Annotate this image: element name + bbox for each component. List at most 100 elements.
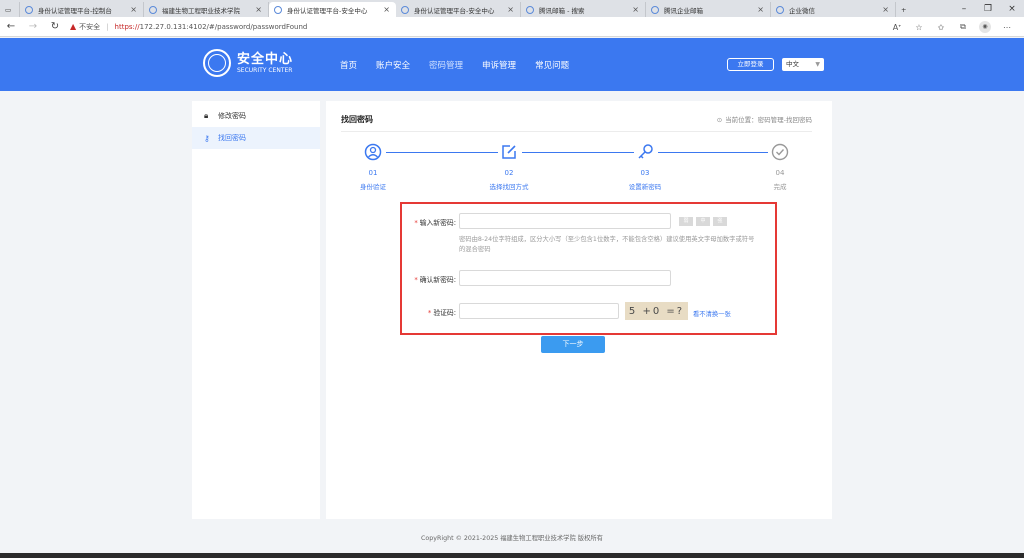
plus-icon: + [901, 5, 907, 14]
warning-icon: ▲ [70, 22, 77, 31]
profile-avatar[interactable]: ◉ [979, 21, 991, 33]
new-password-input[interactable] [459, 213, 671, 229]
insecure-label: 不安全 [79, 22, 101, 31]
language-select[interactable]: 中文 ▼ [782, 58, 824, 71]
tab-label: 身份认证管理平台-安全中心 [414, 6, 495, 15]
browser-tab-active[interactable]: 身份认证管理平台-安全中心 × [269, 2, 396, 17]
confirm-password-label: * 确认新密码: [414, 276, 456, 284]
login-button[interactable]: 立即登录 [727, 58, 774, 71]
tab-label: 腾讯邮箱 - 搜索 [539, 6, 585, 15]
new-tab-button[interactable]: + [896, 2, 916, 17]
browser-tab[interactable]: 身份认证管理平台-控制台 × [20, 2, 144, 17]
user-circle-icon [364, 143, 382, 161]
sidebar-item-change-password[interactable]: 🔒︎ 修改密码 [192, 105, 320, 127]
password-rule-hint: 密码由8-24位字符组成，区分大小写（至少包含1位数字，不能包含空格）建议使用英… [459, 236, 755, 253]
collections-icon[interactable]: ⧉ [952, 22, 974, 32]
close-window-icon[interactable]: × [1000, 4, 1024, 14]
tab-favicon-icon [526, 5, 534, 14]
main-nav: 首页 账户安全 密码管理 申诉管理 常见问题 [340, 38, 588, 91]
password-strength-meter: 弱 中 强 [679, 217, 730, 226]
step-label: 完成 [773, 183, 787, 191]
breadcrumb-text: 当前位置：密码管理-找回密码 [725, 116, 812, 124]
new-password-form: * 输入新密码: 弱 中 强 密码由8-24位字符组成，区分大小写（至少包含1位数… [400, 202, 777, 335]
nav-home[interactable]: 首页 [340, 59, 357, 71]
tab-close-icon[interactable]: × [632, 5, 639, 14]
tab-close-icon[interactable]: × [130, 5, 137, 14]
nav-password-management[interactable]: 密码管理 [429, 59, 463, 71]
tab-close-icon[interactable]: × [882, 5, 889, 14]
tab-favicon-icon [25, 5, 33, 14]
key-icon: ⚷ [204, 133, 210, 143]
tab-actions-button[interactable]: ▭ [0, 2, 20, 17]
captcha-image[interactable]: 5 +0 =? [625, 302, 688, 320]
next-step-button[interactable]: 下一步 [541, 336, 605, 353]
tab-label: 腾讯企业邮箱 [664, 6, 703, 15]
location-pin-icon: ⊙ [716, 116, 723, 124]
chevron-down-icon: ▼ [815, 61, 820, 68]
nav-appeal-management[interactable]: 申诉管理 [482, 59, 516, 71]
confirm-password-input[interactable] [459, 270, 671, 286]
sidebar-item-label: 修改密码 [218, 112, 246, 120]
sidebar: 🔒︎ 修改密码 ⚷ 找回密码 [192, 101, 320, 519]
breadcrumb: ⊙ 当前位置：密码管理-找回密码 [717, 114, 812, 124]
new-password-label: * 输入新密码: [414, 219, 456, 227]
browser-toolbar: Aᐩ ☆ ✩ ⧉ ◉ ⋯ [886, 17, 1018, 37]
strength-strong: 强 [713, 217, 727, 226]
logo-text: 安全中心 SECURITY CENTER [237, 52, 293, 75]
url-separator: | [106, 22, 109, 31]
step-label: 设置新密码 [628, 183, 662, 191]
sidebar-item-label: 找回密码 [218, 134, 246, 142]
tab-close-icon[interactable]: × [757, 5, 764, 14]
browser-tab[interactable]: 腾讯邮箱 - 搜索 × [521, 2, 646, 17]
tab-favicon-icon [274, 5, 282, 14]
read-aloud-icon[interactable]: Aᐩ [886, 23, 908, 32]
logo[interactable]: 安全中心 SECURITY CENTER [203, 49, 293, 77]
step-number: 02 [504, 169, 514, 177]
browser-tab[interactable]: 企业微信 × [771, 2, 896, 17]
captcha-refresh-link[interactable]: 看不清换一张 [693, 309, 731, 318]
step-number: 01 [368, 169, 378, 177]
restore-icon[interactable]: ❐ [976, 4, 1000, 14]
nav-faq[interactable]: 常见问题 [535, 59, 569, 71]
edit-icon [500, 143, 518, 161]
logo-title: 安全中心 [237, 51, 294, 67]
title-divider [341, 131, 812, 132]
page-title: 找回密码 [341, 115, 373, 124]
tab-close-icon[interactable]: × [383, 5, 390, 14]
tab-favicon-icon [149, 5, 157, 14]
step-label: 选择找回方式 [489, 183, 529, 191]
tab-actions-icon: ▭ [5, 5, 12, 14]
favorite-star-icon[interactable]: ☆ [908, 23, 930, 32]
step-2: 02 选择找回方式 [479, 143, 539, 191]
browser-tab[interactable]: 腾讯企业邮箱 × [646, 2, 771, 17]
step-progress: 01 身份验证 02 选择找回方式 03 设置新密码 04 完成 [326, 143, 832, 203]
browser-tab[interactable]: 福建生物工程职业技术学院 × [144, 2, 269, 17]
key-icon [636, 143, 654, 161]
tab-close-icon[interactable]: × [255, 5, 262, 14]
language-value: 中文 [786, 60, 799, 68]
strength-medium: 中 [696, 217, 710, 226]
nav-account-security[interactable]: 账户安全 [376, 59, 410, 71]
captcha-input[interactable] [459, 303, 619, 319]
url-field[interactable]: ▲ 不安全 | https:// 172.27.0.131:4102/#/pas… [70, 22, 307, 32]
forward-icon[interactable]: → [22, 21, 44, 32]
reload-icon[interactable]: ↻ [44, 21, 66, 32]
browser-tab[interactable]: 身份认证管理平台-安全中心 × [396, 2, 521, 17]
os-taskbar [0, 553, 1024, 558]
step-3: 03 设置新密码 [615, 143, 675, 191]
step-number: 03 [640, 169, 650, 177]
step-number: 04 [775, 169, 785, 177]
address-bar: ← → ↻ ▲ 不安全 | https:// 172.27.0.131:4102… [0, 17, 1024, 37]
url-scheme: https:// [114, 22, 140, 31]
url-path: 172.27.0.131:4102/#/password/passwordFou… [139, 22, 308, 31]
favorites-icon[interactable]: ✩ [930, 23, 952, 32]
strength-weak: 弱 [679, 217, 693, 226]
sidebar-item-recover-password[interactable]: ⚷ 找回密码 [192, 127, 320, 149]
tab-label: 福建生物工程职业技术学院 [162, 6, 240, 15]
minimize-icon[interactable]: – [952, 4, 976, 14]
tab-label: 企业微信 [789, 6, 815, 15]
back-icon[interactable]: ← [0, 21, 22, 32]
more-menu-icon[interactable]: ⋯ [996, 23, 1018, 32]
tab-label: 身份认证管理平台-安全中心 [287, 6, 368, 15]
tab-close-icon[interactable]: × [507, 5, 514, 14]
